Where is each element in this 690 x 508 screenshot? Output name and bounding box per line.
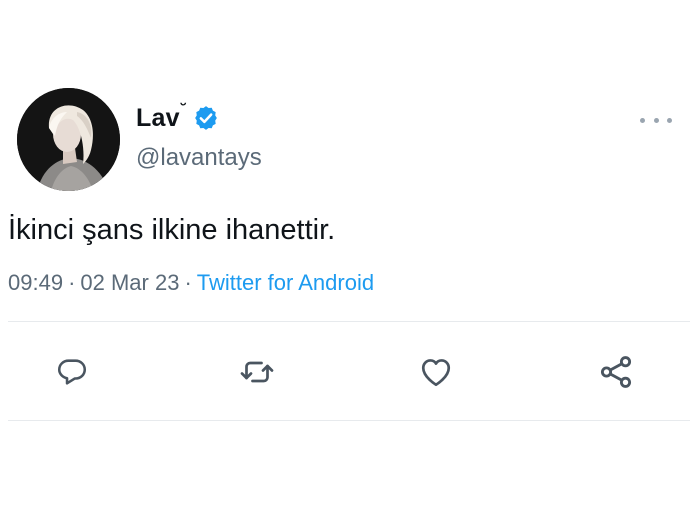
tweet-card: Lav ˘ @lavantays İkinci şans ilkine ihan… (0, 0, 690, 508)
display-name[interactable]: Lav (136, 104, 180, 133)
avatar-photo (17, 88, 120, 191)
meta-separator: · (184, 270, 192, 295)
author-handle[interactable]: @lavantays (136, 144, 262, 172)
like-icon (421, 359, 451, 387)
tweet-text: İkinci şans ilkine ihanettir. (8, 214, 336, 246)
more-dot (640, 117, 645, 123)
more-options-icon[interactable] (640, 110, 672, 130)
like-button[interactable] (414, 350, 458, 394)
display-name-mark: ˘ (180, 100, 187, 119)
share-button[interactable] (594, 350, 638, 394)
divider (8, 321, 690, 322)
more-dot (653, 117, 659, 123)
tweet-meta: 09:49 · 02 Mar 23 · Twitter for Android (8, 270, 374, 296)
avatar[interactable] (17, 88, 120, 191)
tweet-time[interactable]: 09:49 (8, 270, 63, 295)
tweet-source-link[interactable]: Twitter for Android (197, 270, 374, 295)
verified-badge-icon (192, 104, 220, 132)
divider (8, 420, 690, 421)
retweet-icon (240, 361, 274, 383)
retweet-button[interactable] (235, 350, 279, 394)
reply-icon (57, 359, 87, 385)
meta-separator: · (68, 270, 76, 295)
more-dot (667, 117, 672, 123)
tweet-date[interactable]: 02 Mar 23 (80, 270, 179, 295)
share-icon (600, 356, 632, 388)
reply-button[interactable] (50, 350, 94, 394)
author-name-row[interactable]: Lav ˘ (136, 100, 220, 136)
